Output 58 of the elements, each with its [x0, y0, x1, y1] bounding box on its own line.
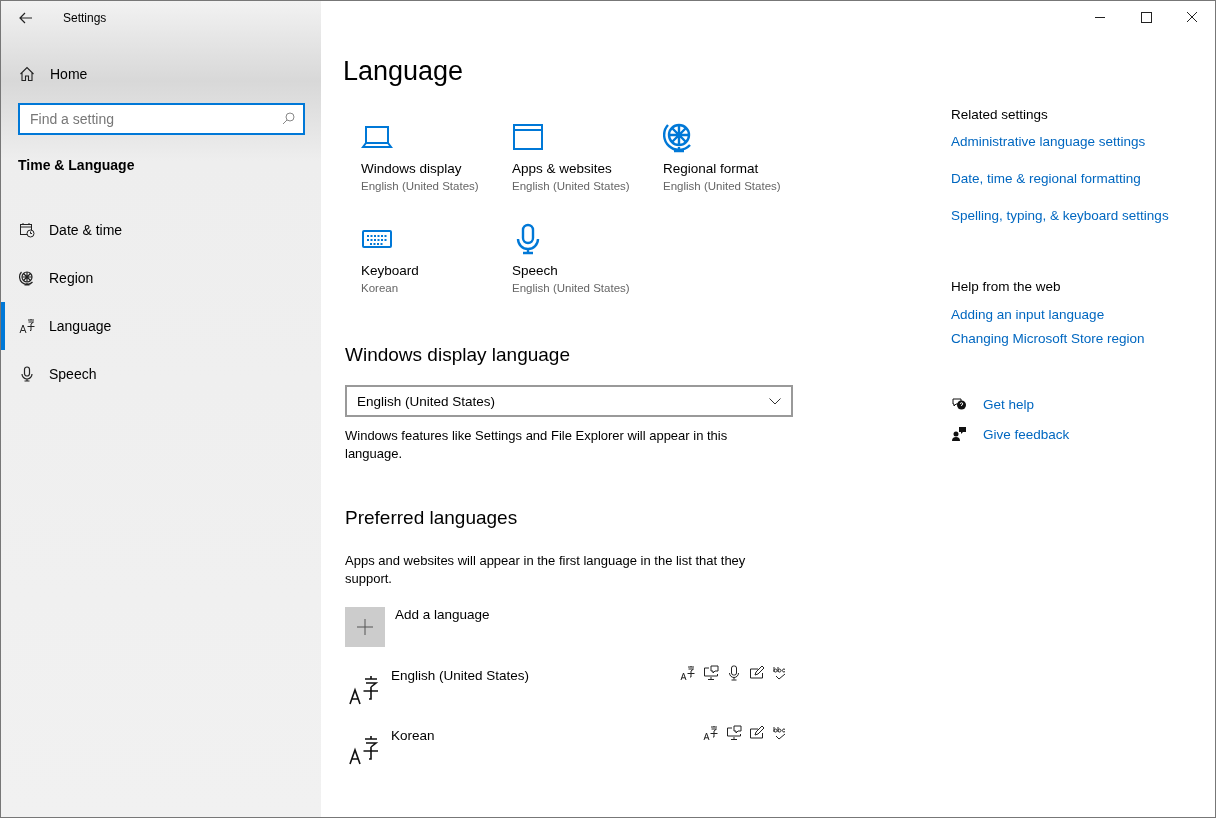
add-language-button[interactable]: Add a language: [345, 607, 490, 647]
section-heading: Windows display language: [345, 344, 571, 366]
sidebar-item[interactable]: Date & time: [1, 206, 321, 254]
home-link[interactable]: Home: [19, 59, 321, 89]
help-chat-icon: [951, 396, 967, 412]
globe-icon: [19, 270, 35, 286]
settings-link[interactable]: Spelling, typing, & keyboard settings: [951, 208, 1169, 223]
monitor-speech-icon: [726, 725, 742, 741]
section-heading: Preferred languages: [345, 507, 519, 529]
search-icon: [282, 112, 295, 125]
calendar-clock-icon: [19, 222, 35, 238]
description-text: Windows features like Settings and File Explorer will appear in this language.: [345, 427, 729, 463]
window-icon: [512, 121, 544, 153]
microphone-icon: [726, 665, 742, 681]
pen-box-icon: [749, 665, 765, 681]
tile-label[interactable]: Windows display: [361, 161, 462, 176]
tile-value: English (United States): [663, 180, 781, 192]
spell-check-icon: [772, 725, 788, 741]
description-text: Apps and websites will appear in the first language in the list that they support.: [345, 552, 747, 588]
help-link[interactable]: Adding an input language: [951, 307, 1105, 322]
language-icon: [19, 318, 35, 334]
tile-value: English (United States): [361, 180, 479, 192]
section-heading: Time & Language: [18, 157, 136, 173]
plus-icon: [345, 607, 385, 647]
pen-box-icon: [749, 725, 765, 741]
tile-value: English (United States): [512, 180, 630, 192]
language-dropdown[interactable]: English (United States): [345, 385, 793, 417]
home-icon: [19, 66, 35, 82]
tile-value: Korean: [361, 282, 399, 294]
language-icon: [349, 675, 379, 705]
language-name[interactable]: Korean: [391, 728, 435, 743]
search-field[interactable]: Find a setting: [18, 103, 305, 135]
back-arrow-icon[interactable]: [19, 12, 33, 24]
help-link[interactable]: Changing Microsoft Store region: [951, 331, 1145, 346]
monitor-speech-icon: [703, 665, 719, 681]
support-link[interactable]: Get help: [983, 396, 1035, 412]
tile-label[interactable]: Speech: [512, 263, 558, 278]
sidebar-item[interactable]: Region: [1, 254, 321, 302]
settings-link[interactable]: Date, time & regional formatting: [951, 171, 1141, 186]
spell-check-icon: [772, 665, 788, 681]
settings-link[interactable]: Administrative language settings: [951, 134, 1146, 149]
page-title: Language: [343, 56, 465, 87]
language-name[interactable]: English (United States): [391, 668, 530, 683]
window-title: Settings: [63, 11, 107, 25]
support-link[interactable]: Give feedback: [983, 426, 1070, 442]
tile-value: English (United States): [512, 282, 630, 294]
related-heading: Related settings: [951, 107, 1048, 122]
help-heading: Help from the web: [951, 279, 1061, 294]
sidebar-item[interactable]: Speech: [1, 350, 321, 398]
language-icon: [349, 735, 379, 765]
tile-label[interactable]: Regional format: [663, 161, 759, 176]
language-pack-icon: [703, 725, 719, 741]
tile-label[interactable]: Keyboard: [361, 263, 419, 278]
person-feedback-icon: [951, 426, 967, 442]
chevron-down-icon: [769, 397, 781, 405]
tile-label[interactable]: Apps & websites: [512, 161, 612, 176]
language-pack-icon: [680, 665, 696, 681]
microphone-icon: [19, 366, 35, 382]
